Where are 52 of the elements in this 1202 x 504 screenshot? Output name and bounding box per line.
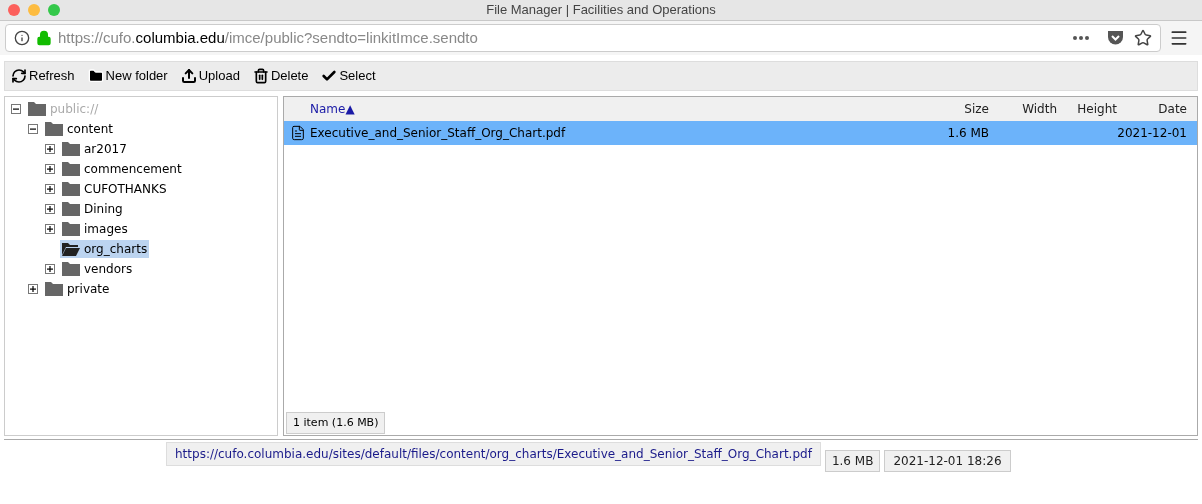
expand-icon[interactable] [28,284,38,294]
refresh-icon [11,68,27,84]
url-text: https://cufo.columbia.edu/imce/public?sendto=linkitImce.sendto [58,27,478,48]
lock-icon [36,30,52,46]
folder-icon [62,222,80,236]
pdf-file-icon [290,125,306,141]
pocket-icon[interactable] [1107,30,1124,46]
toolbar-button[interactable]: Delete [252,66,309,86]
folder-icon [62,142,80,156]
expand-icon[interactable] [45,164,55,174]
folder-icon [28,102,46,116]
column-header[interactable]: Height [1057,100,1117,118]
file-size: 1.6 MB [946,125,989,142]
column-header[interactable]: Date [1117,100,1197,118]
folder-icon [45,282,63,296]
folder-icon [62,202,80,216]
column-header[interactable]: Width [989,100,1057,118]
file-date-label: 2021-12-01 18:26 [884,450,1011,472]
open-folder-icon [62,242,80,256]
toolbar-button[interactable]: Upload [180,66,240,86]
collapse-icon[interactable] [28,124,38,134]
new-folder-icon [87,68,104,84]
menu-icon[interactable] [1169,28,1189,48]
column-header[interactable]: Name▲ [284,100,929,118]
window-title: File Manager | Facilities and Operations [486,1,716,20]
folder-icon [62,162,80,176]
folder-icon [62,182,80,196]
file-row[interactable]: Executive_and_Senior_Staff_Org_Chart.pdf 1.6 MB 2021-12-01 [284,121,1197,145]
file-url-link[interactable]: https://cufo.columbia.edu/sites/default/files/content/org_charts/Executive_and_Senior_Staff_Org_Chart.pdf [166,442,821,466]
expand-icon[interactable] [45,204,55,214]
expand-icon[interactable] [45,224,55,234]
toolbar-button[interactable]: Refresh [11,66,75,86]
info-icon[interactable] [14,30,30,46]
upload-icon [180,68,197,84]
file-name: Executive_and_Senior_Staff_Org_Chart.pdf [310,125,566,142]
file-date: 2021-12-01 [1117,125,1188,142]
address-bar[interactable]: https://cufo.columbia.edu/imce/public?sendto=linkitImce.sendto [5,24,1161,52]
toolbar-button[interactable]: Select [321,66,376,86]
file-size-label: 1.6 MB [824,450,881,472]
collapse-icon[interactable] [11,104,21,114]
folder-icon [45,122,63,136]
folder-icon [62,262,80,276]
trash-icon [252,68,269,84]
status-label: 1 item (1.6 MB) [286,411,386,434]
expand-icon[interactable] [45,144,55,154]
expand-icon[interactable] [45,184,55,194]
toolbar-button[interactable]: New folder [87,66,168,86]
check-icon [321,68,338,84]
expand-icon[interactable] [45,264,55,274]
column-header[interactable]: Size [929,100,989,118]
more-icon[interactable] [1073,36,1089,40]
bookmark-star-icon[interactable] [1134,29,1152,47]
